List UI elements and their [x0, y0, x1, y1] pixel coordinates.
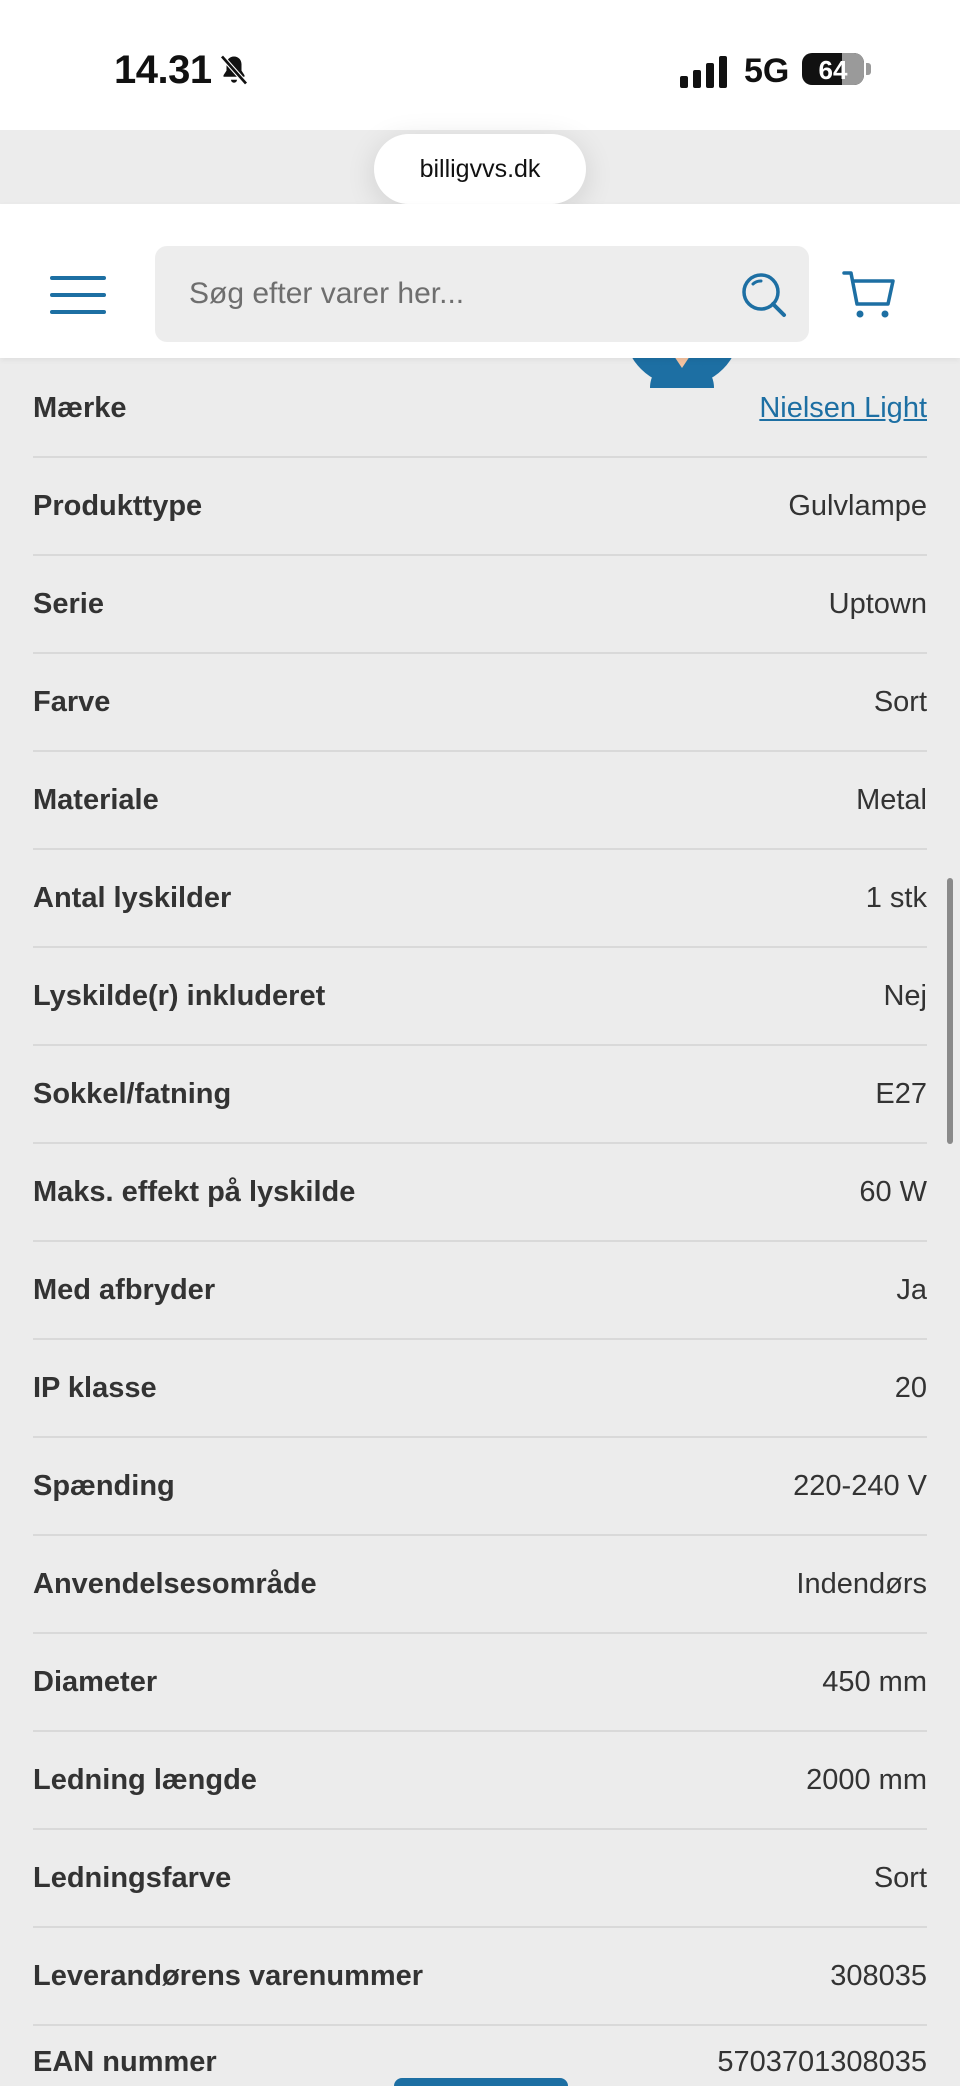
spec-value: 308035: [830, 1959, 927, 1992]
spec-value: 220-240 V: [793, 1469, 927, 1502]
battery-icon: 64: [802, 53, 864, 85]
spec-value: E27: [875, 1077, 927, 1110]
spec-value: Sort: [873, 685, 927, 718]
battery-level: 64: [818, 55, 848, 85]
bell-muted-icon: [220, 54, 248, 86]
search-input[interactable]: [189, 246, 709, 342]
spec-label: Produkttype: [33, 489, 203, 522]
signal-icon: [680, 54, 727, 88]
spec-value: 1 stk: [865, 881, 927, 914]
spec-row: Materiale Metal: [33, 752, 927, 850]
spec-row: Leverandørens varenummer 308035: [33, 1928, 927, 2026]
status-bar: 14.31 5G 64: [0, 0, 960, 130]
search-icon[interactable]: [739, 270, 787, 318]
spec-value: Ja: [896, 1273, 927, 1306]
spec-value: 20: [894, 1371, 927, 1404]
spec-value: 60 W: [859, 1175, 927, 1208]
spec-row: Anvendelsesområde Indendørs: [33, 1536, 927, 1634]
spec-value: 5703701308035: [717, 2046, 927, 2078]
spec-row: Serie Uptown: [33, 556, 927, 654]
spec-value: Sort: [873, 1861, 927, 1894]
spec-label: Maks. effekt på lyskilde: [33, 1175, 356, 1208]
menu-button[interactable]: [50, 276, 106, 314]
spec-row: Diameter 450 mm: [33, 1634, 927, 1732]
spec-label: Antal lyskilder: [33, 881, 232, 914]
spec-row: Sokkel/fatning E27: [33, 1046, 927, 1144]
spec-label: Med afbryder: [33, 1273, 216, 1306]
spec-value: Gulvlampe: [788, 489, 927, 522]
spec-label: Spænding: [33, 1469, 175, 1502]
status-time: 14.31: [114, 48, 212, 92]
url-text: billigvvs.dk: [419, 154, 541, 183]
spec-row: Lyskilde(r) inkluderet Nej: [33, 948, 927, 1046]
spec-row: IP klasse 20: [33, 1340, 927, 1438]
spec-label: EAN nummer: [33, 2046, 217, 2078]
spec-row: Farve Sort: [33, 654, 927, 752]
spec-table: Mærke Nielsen Light Produkttype Gulvlamp…: [33, 360, 927, 2086]
spec-value: 2000 mm: [806, 1763, 927, 1796]
spec-value: 450 mm: [822, 1665, 927, 1698]
spec-label: Sokkel/fatning: [33, 1077, 232, 1110]
spec-label: Ledningsfarve: [33, 1861, 232, 1894]
spec-label: Ledning længde: [33, 1763, 257, 1796]
spec-row: Ledningsfarve Sort: [33, 1830, 927, 1928]
cart-icon[interactable]: [842, 270, 896, 320]
spec-row: Ledning længde 2000 mm: [33, 1732, 927, 1830]
spec-row: Antal lyskilder 1 stk: [33, 850, 927, 948]
spec-label: Farve: [33, 685, 111, 718]
url-bar[interactable]: billigvvs.dk: [374, 134, 586, 204]
spec-row: Spænding 220-240 V: [33, 1438, 927, 1536]
spec-label: Diameter: [33, 1665, 158, 1698]
spec-label: Mærke: [33, 391, 127, 424]
spec-row: Produkttype Gulvlampe: [33, 458, 927, 556]
spec-row: Med afbryder Ja: [33, 1242, 927, 1340]
spec-label: Lyskilde(r) inkluderet: [33, 979, 326, 1012]
brand-link[interactable]: Nielsen Light: [759, 392, 927, 425]
spec-label: Serie: [33, 587, 104, 620]
spec-row: Maks. effekt på lyskilde 60 W: [33, 1144, 927, 1242]
battery-tip: [866, 63, 871, 75]
floating-button[interactable]: [394, 2078, 568, 2086]
spec-row-maerke: Mærke Nielsen Light: [33, 360, 927, 458]
spec-label: Anvendelsesområde: [33, 1567, 317, 1600]
spec-label: IP klasse: [33, 1371, 157, 1404]
site-header: [0, 204, 960, 358]
network-type: 5G: [744, 52, 790, 90]
scrollbar[interactable]: [947, 878, 953, 1144]
spec-row: EAN nummer 5703701308035: [33, 2026, 927, 2086]
spec-value: Uptown: [828, 587, 927, 620]
spec-value: Indendørs: [796, 1567, 927, 1600]
spec-label: Leverandørens varenummer: [33, 1959, 424, 1992]
spec-label: Materiale: [33, 783, 159, 816]
search-bar: [155, 246, 809, 342]
spec-value: Nej: [883, 979, 927, 1012]
spec-value: Metal: [856, 783, 927, 816]
